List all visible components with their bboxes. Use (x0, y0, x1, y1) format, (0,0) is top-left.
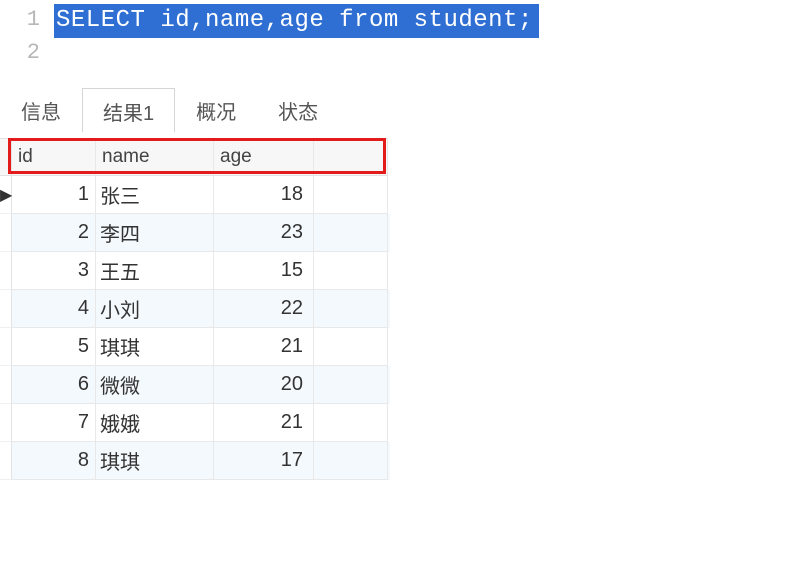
row-indicator (0, 290, 12, 328)
cell-id[interactable]: 2 (12, 214, 96, 252)
table-row[interactable]: 6微微20 (0, 366, 390, 404)
cell-age[interactable]: 15 (214, 252, 314, 290)
tab-status[interactable]: 状态 (257, 87, 339, 131)
row-indicator (0, 214, 12, 252)
cell-id[interactable]: 7 (12, 404, 96, 442)
row-indicator (0, 366, 12, 404)
column-header-age[interactable]: age (214, 138, 314, 176)
cell-id[interactable]: 6 (12, 366, 96, 404)
result-grid[interactable]: id name age ▶1张三182李四233王五154小刘225琪琪216微… (0, 138, 390, 480)
tab-profile[interactable]: 概况 (175, 87, 257, 131)
row-indicator: ▶ (0, 176, 12, 214)
table-row[interactable]: 7娥娥21 (0, 404, 390, 442)
cell-name[interactable]: 小刘 (96, 290, 214, 328)
cell-id[interactable]: 3 (12, 252, 96, 290)
row-indicator (0, 328, 12, 366)
column-header-extra[interactable] (314, 138, 388, 176)
row-indicator (0, 442, 12, 480)
column-header-name[interactable]: name (96, 138, 214, 176)
cell-age[interactable]: 18 (214, 176, 314, 214)
cell-name[interactable]: 琪琪 (96, 442, 214, 480)
cell-extra (314, 252, 388, 290)
cell-name[interactable]: 娥娥 (96, 404, 214, 442)
column-header-id[interactable]: id (12, 138, 96, 176)
cell-extra (314, 404, 388, 442)
tab-info[interactable]: 信息 (0, 87, 82, 131)
cell-age[interactable]: 22 (214, 290, 314, 328)
row-indicator-header (0, 138, 12, 176)
cell-extra (314, 328, 388, 366)
editor-line-2[interactable]: 2 (0, 38, 800, 69)
cell-name[interactable]: 琪琪 (96, 328, 214, 366)
table-row[interactable]: 5琪琪21 (0, 328, 390, 366)
cell-id[interactable]: 8 (12, 442, 96, 480)
editor-line-1[interactable]: 1 SELECT id,name,age from student; (0, 4, 800, 38)
cell-extra (314, 366, 388, 404)
table-row[interactable]: 2李四23 (0, 214, 390, 252)
cell-extra (314, 442, 388, 480)
cell-name[interactable]: 微微 (96, 366, 214, 404)
line-number: 2 (0, 38, 54, 69)
cell-name[interactable]: 李四 (96, 214, 214, 252)
cell-name[interactable]: 张三 (96, 176, 214, 214)
table-row[interactable]: ▶1张三18 (0, 176, 390, 214)
result-tabs: 信息 结果1 概况 状态 (0, 90, 800, 132)
cell-age[interactable]: 21 (214, 404, 314, 442)
cell-id[interactable]: 1 (12, 176, 96, 214)
sql-editor[interactable]: 1 SELECT id,name,age from student; 2 (0, 0, 800, 68)
row-indicator (0, 404, 12, 442)
sql-selected-text[interactable]: SELECT id,name,age from student; (54, 4, 539, 38)
cell-name[interactable]: 王五 (96, 252, 214, 290)
cell-extra (314, 290, 388, 328)
cell-extra (314, 214, 388, 252)
cell-id[interactable]: 4 (12, 290, 96, 328)
current-row-cursor-icon: ▶ (0, 185, 12, 205)
cell-age[interactable]: 23 (214, 214, 314, 252)
row-indicator (0, 252, 12, 290)
table-row[interactable]: 8琪琪17 (0, 442, 390, 480)
line-number: 1 (0, 5, 54, 36)
cell-id[interactable]: 5 (12, 328, 96, 366)
table-row[interactable]: 4小刘22 (0, 290, 390, 328)
cell-age[interactable]: 20 (214, 366, 314, 404)
grid-header-row[interactable]: id name age (0, 138, 390, 176)
tab-result1[interactable]: 结果1 (82, 88, 175, 132)
cell-extra (314, 176, 388, 214)
cell-age[interactable]: 21 (214, 328, 314, 366)
sql-code[interactable]: SELECT id,name,age from student; (54, 4, 800, 38)
cell-age[interactable]: 17 (214, 442, 314, 480)
result-grid-wrap: id name age ▶1张三182李四233王五154小刘225琪琪216微… (0, 138, 800, 480)
table-row[interactable]: 3王五15 (0, 252, 390, 290)
